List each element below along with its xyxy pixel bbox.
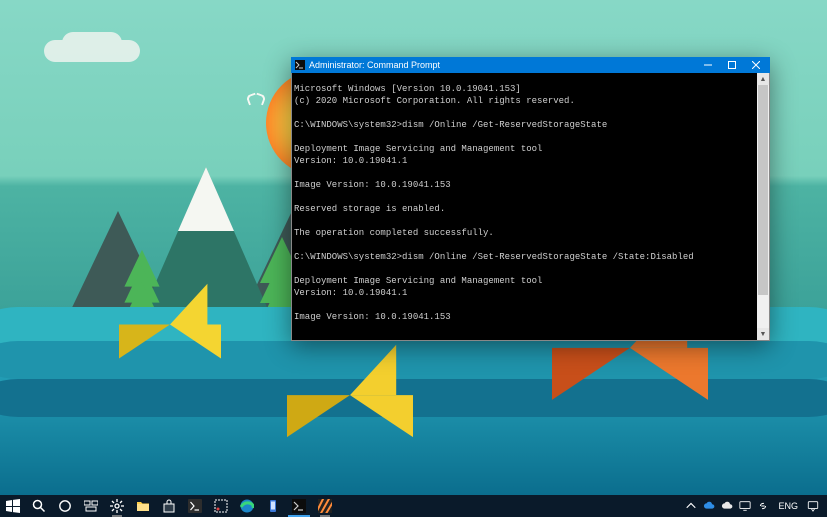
running-app[interactable]: [312, 495, 338, 517]
terminal-output[interactable]: Microsoft Windows [Version 10.0.19041.15…: [292, 82, 757, 331]
file-explorer-app[interactable]: [130, 495, 156, 517]
taskbar: ENG: [0, 495, 827, 517]
action-center-button[interactable]: [804, 500, 822, 512]
search-button[interactable]: [26, 495, 52, 517]
cmd-app-icon: [295, 60, 305, 70]
display-link-icon[interactable]: [754, 500, 772, 512]
network-icon[interactable]: [736, 500, 754, 512]
snip-sketch-app[interactable]: [208, 495, 234, 517]
vertical-scrollbar[interactable]: ▲ ▼: [757, 73, 769, 340]
scroll-thumb[interactable]: [758, 85, 768, 295]
tray-expand-icon[interactable]: [682, 500, 700, 512]
start-button[interactable]: [0, 495, 26, 517]
onedrive-icon[interactable]: [700, 500, 718, 512]
windows-terminal-app[interactable]: [182, 495, 208, 517]
task-view-button[interactable]: [78, 495, 104, 517]
scroll-down-button[interactable]: ▼: [757, 328, 769, 340]
cortana-button[interactable]: [52, 495, 78, 517]
settings-app[interactable]: [104, 495, 130, 517]
command-prompt-window: Administrator: Command Prompt Microsoft …: [291, 57, 770, 340]
language-indicator[interactable]: ENG: [772, 501, 804, 511]
edge-browser-app[interactable]: [234, 495, 260, 517]
window-titlebar[interactable]: Administrator: Command Prompt: [291, 57, 770, 73]
minimize-button[interactable]: [696, 57, 720, 73]
your-phone-app[interactable]: [260, 495, 286, 517]
window-title: Administrator: Command Prompt: [309, 60, 696, 70]
microsoft-store-app[interactable]: [156, 495, 182, 517]
onedrive-sync-icon[interactable]: [718, 500, 736, 512]
close-button[interactable]: [744, 57, 768, 73]
command-prompt-app[interactable]: [286, 495, 312, 517]
scroll-up-button[interactable]: ▲: [757, 73, 769, 85]
maximize-button[interactable]: [720, 57, 744, 73]
scroll-track[interactable]: [757, 85, 769, 328]
